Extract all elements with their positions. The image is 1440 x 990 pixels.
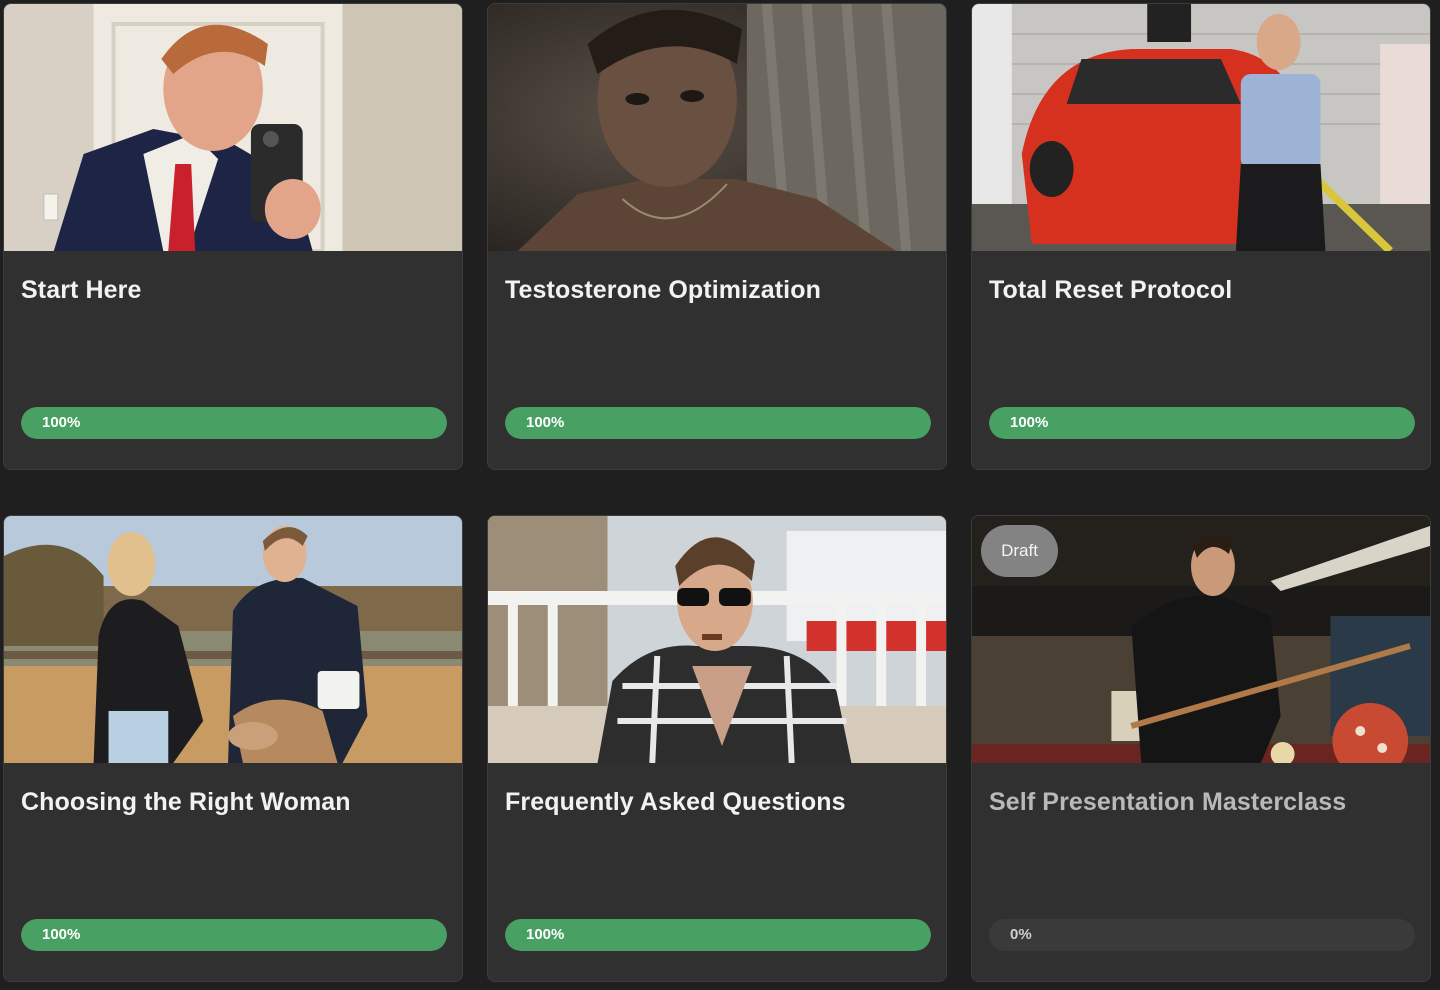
course-title: Frequently Asked Questions xyxy=(505,788,846,816)
progress-label: 100% xyxy=(1010,414,1049,431)
course-grid: Start Here 100% Testosterone Optimizatio… xyxy=(0,0,1440,990)
course-thumbnail xyxy=(488,516,946,763)
progress-label: 100% xyxy=(526,926,565,943)
progress-fill xyxy=(989,407,1415,439)
course-title: Start Here xyxy=(21,276,142,304)
progress-bar: 100% xyxy=(21,919,447,951)
course-thumbnail xyxy=(488,4,946,251)
progress-bar: 100% xyxy=(505,919,931,951)
course-title: Total Reset Protocol xyxy=(989,276,1233,304)
progress-label: 100% xyxy=(42,414,81,431)
progress-bar: 100% xyxy=(989,407,1415,439)
progress-fill xyxy=(21,919,447,951)
progress-bar: 100% xyxy=(21,407,447,439)
course-card-total-reset-protocol[interactable]: Total Reset Protocol 100% xyxy=(971,3,1431,470)
course-title: Self Presentation Masterclass xyxy=(989,788,1347,816)
progress-label: 100% xyxy=(526,414,565,431)
draft-badge: Draft xyxy=(981,525,1058,577)
progress-bar: 0% xyxy=(989,919,1415,951)
progress-bar: 100% xyxy=(505,407,931,439)
course-card-choosing-the-right-woman[interactable]: Choosing the Right Woman 100% xyxy=(3,515,463,982)
progress-fill xyxy=(505,407,931,439)
course-card-frequently-asked-questions[interactable]: Frequently Asked Questions 100% xyxy=(487,515,947,982)
course-thumbnail xyxy=(4,4,462,251)
course-thumbnail xyxy=(972,4,1430,251)
course-thumbnail xyxy=(4,516,462,763)
course-title: Choosing the Right Woman xyxy=(21,788,351,816)
progress-fill xyxy=(505,919,931,951)
course-title: Testosterone Optimization xyxy=(505,276,821,304)
progress-label: 100% xyxy=(42,926,81,943)
course-card-self-presentation-masterclass[interactable]: Draft Self Presentation Masterclass 0% xyxy=(971,515,1431,982)
progress-fill xyxy=(21,407,447,439)
course-card-testosterone-optimization[interactable]: Testosterone Optimization 100% xyxy=(487,3,947,470)
course-card-start-here[interactable]: Start Here 100% xyxy=(3,3,463,470)
progress-label: 0% xyxy=(1010,926,1032,943)
